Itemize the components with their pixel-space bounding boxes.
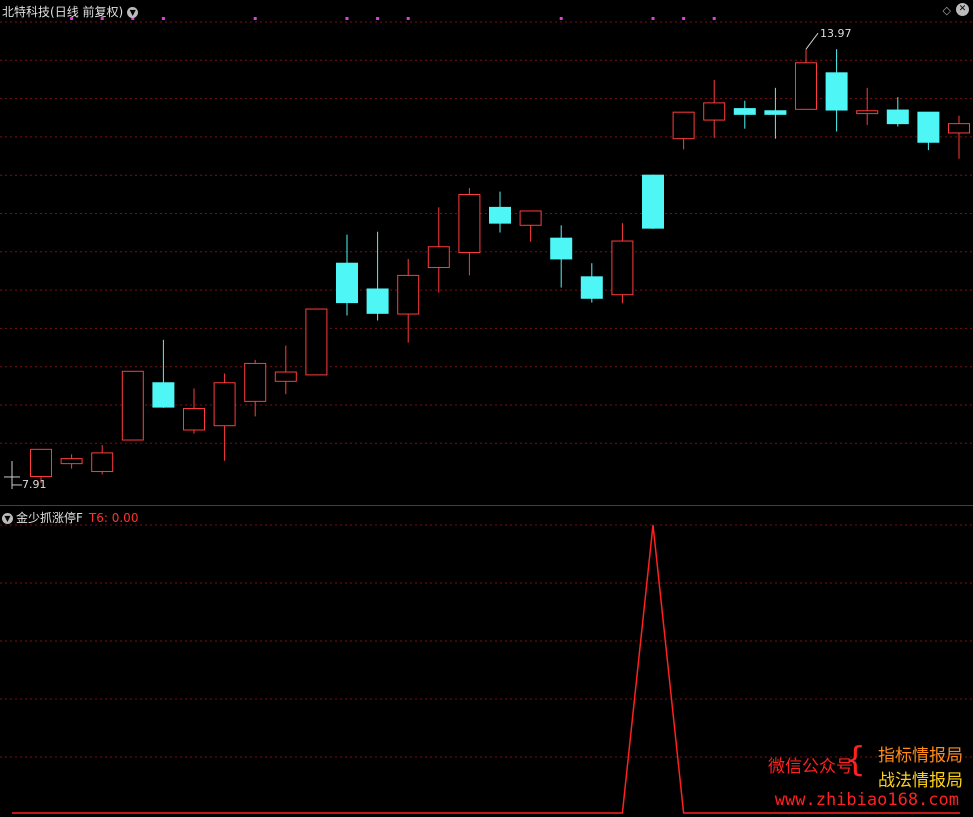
candle <box>366 231 389 321</box>
candle-body <box>305 308 328 376</box>
candle-body <box>274 371 297 382</box>
indicator-grid <box>0 524 973 758</box>
candle <box>580 263 603 303</box>
candle-body <box>183 408 205 431</box>
candle <box>336 234 358 316</box>
signal-marker <box>345 17 349 20</box>
candle <box>825 49 848 132</box>
chart-canvas <box>0 17 973 814</box>
signal-marker <box>161 17 165 20</box>
max-pointer <box>805 32 819 50</box>
signal-marker <box>376 17 380 20</box>
candle <box>917 111 940 151</box>
max-price-label: 13.97 <box>820 27 852 41</box>
chevron-down-icon[interactable]: ▼ <box>2 513 13 524</box>
candle <box>213 373 236 461</box>
candle <box>764 87 787 139</box>
candle-body <box>611 240 634 296</box>
candle <box>489 191 511 233</box>
chart-title: 北特科技(日线 前复权) ▼ <box>2 3 139 20</box>
candle-body <box>60 458 83 465</box>
candle <box>856 87 879 126</box>
watermark-line-2: 战法情报局 <box>878 771 963 791</box>
candle-body <box>642 174 664 229</box>
watermark-brace: { <box>844 740 866 780</box>
candle-body <box>458 194 481 253</box>
candle-body <box>795 62 817 110</box>
candle <box>672 111 695 150</box>
candle-body <box>917 111 940 143</box>
close-icon[interactable]: ✕ <box>956 3 969 16</box>
candle <box>244 359 267 417</box>
candle <box>274 345 297 395</box>
candle <box>550 225 573 288</box>
candle-body <box>825 72 848 111</box>
candle-body <box>550 237 573 260</box>
candle-body <box>886 109 909 125</box>
candle-body <box>152 382 175 408</box>
candle-body <box>856 110 879 115</box>
candle-body <box>366 288 389 314</box>
signal-marker <box>253 17 257 20</box>
candle-body <box>733 108 756 115</box>
signal-marker <box>712 17 716 20</box>
candle-body <box>336 262 358 304</box>
signal-marker <box>406 17 410 20</box>
candle <box>152 339 175 408</box>
candle-body <box>948 123 970 134</box>
indicator-title: ▼ 金少抓涨停F T6: 0.00 <box>2 509 138 526</box>
stock-name: 北特科技 <box>2 5 51 19</box>
candle-body <box>519 210 542 226</box>
candle <box>703 79 726 138</box>
candle-body <box>213 382 236 427</box>
candle-body <box>672 111 695 140</box>
chevron-down-icon[interactable]: ▼ <box>127 7 139 18</box>
candle <box>642 174 664 229</box>
diamond-icon[interactable]: ◇ <box>943 4 951 17</box>
candle-body <box>703 102 726 121</box>
watermark-url: www.zhibiao168.com <box>774 790 959 810</box>
candle-body <box>427 246 450 269</box>
candle-body <box>30 448 52 478</box>
candle <box>886 97 909 127</box>
candle <box>121 370 144 441</box>
period-label: (日线 前复权) <box>50 5 124 19</box>
signal-marker <box>559 17 563 20</box>
candle <box>397 258 420 343</box>
candle-body <box>397 274 420 315</box>
candle <box>427 207 450 293</box>
min-price-label: 7.91 <box>22 477 47 491</box>
candle-body <box>764 110 787 115</box>
candle-body <box>121 370 144 441</box>
watermark-wechat: 微信公众号 <box>768 757 853 777</box>
candle-body <box>580 276 603 299</box>
candle <box>795 49 817 110</box>
candle-body <box>244 362 267 402</box>
signal-markers <box>70 17 716 20</box>
candle-body <box>489 206 511 224</box>
indicator-value: T6: 0.00 <box>88 511 139 525</box>
indicator-name: 金少抓涨停F <box>16 511 83 525</box>
candle <box>91 445 114 475</box>
candle <box>60 454 83 469</box>
candle <box>458 188 481 276</box>
candlestick-series <box>30 49 970 483</box>
watermark-line-1: 指标情报局 <box>878 746 963 766</box>
candle <box>305 308 328 376</box>
candle <box>611 223 634 304</box>
candle-body <box>91 452 114 473</box>
signal-marker <box>682 17 686 20</box>
candle <box>733 100 756 129</box>
signal-marker <box>651 17 655 20</box>
candle <box>519 210 542 242</box>
candle <box>183 388 205 434</box>
